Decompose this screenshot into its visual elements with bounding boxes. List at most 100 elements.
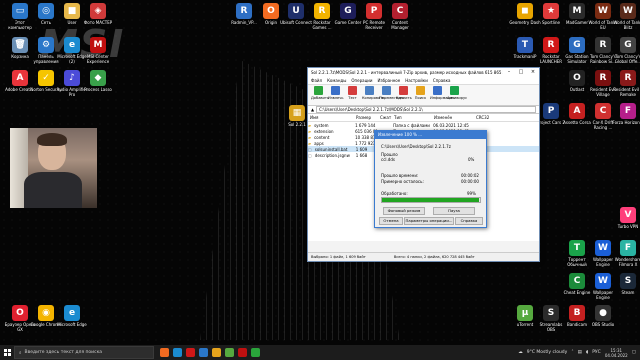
folder-icon: ▰ [308, 122, 312, 128]
desktop-icon[interactable]: C Content Manager [384, 3, 416, 30]
column-header[interactable]: Сжат [378, 115, 392, 120]
weather-text[interactable]: 9°C Mostly cloudy [527, 350, 568, 355]
desktop-icon[interactable]: W World of Tanks Blitz [612, 3, 640, 30]
network-icon[interactable]: ▤ [578, 350, 582, 355]
desktop-icon[interactable]: ◈ Фото МАСТЕР [82, 3, 114, 25]
toolbar-icon [314, 86, 323, 95]
taskbar-app-icon[interactable] [173, 348, 182, 357]
toolbar-button[interactable]: Копировать [362, 86, 385, 100]
app-icon: A [569, 103, 585, 119]
toolbar-button[interactable]: Переместить [379, 86, 404, 100]
toolbar-icon [382, 86, 391, 95]
taskbar-search[interactable]: ⌕ Введите здесь текст для поиска [14, 346, 154, 359]
toolbar-icon [348, 86, 357, 95]
toolbar-button[interactable]: Информация [430, 86, 454, 100]
tray-chevron-icon[interactable]: ˄ [571, 350, 573, 355]
toolbar-button[interactable]: Поиск [413, 86, 428, 100]
start-button[interactable] [0, 345, 14, 360]
menu-bar: Файл Команды Операции Избранное Настройки Спр… [308, 76, 539, 85]
desktop-icon-label: OBS Studio [591, 322, 615, 327]
table-cell: Папка с файлами [393, 122, 430, 128]
folder-up-icon[interactable]: ▲ [311, 107, 314, 112]
desktop-icon[interactable]: V Turbo VPN [612, 207, 640, 229]
desktop-icon[interactable]: FForza Horizon 5 [612, 103, 640, 125]
close-icon[interactable]: × [527, 68, 539, 76]
app-icon: U [288, 3, 304, 19]
window-title: Sol 2.2.1.7z\MODS\Sol 2.2.1 - интервалин… [311, 69, 503, 75]
desktop-icon-label: MSI Center Experience [86, 54, 110, 64]
pinned-apps [160, 348, 260, 357]
taskbar-app-icon[interactable] [251, 348, 260, 357]
app-icon: G [340, 3, 356, 19]
progress-bar-fill [382, 198, 480, 202]
taskbar-app-icon[interactable] [199, 348, 208, 357]
taskbar-app-icon[interactable] [225, 348, 234, 357]
window-titlebar[interactable]: Sol 2.2.1.7z\MODS\Sol 2.2.1 - интервалин… [308, 68, 539, 76]
desktop-icon[interactable]: ◆ Process Lasso [82, 70, 114, 92]
desktop-icon[interactable]: M MSI Center Experience [82, 37, 114, 64]
notifications-icon[interactable]: ▢ [632, 350, 636, 355]
status-bar: Выбрано: 1 файл, 1 609 байт Всего: 4 пап… [308, 252, 539, 261]
app-icon: C [392, 3, 408, 19]
language-indicator[interactable]: РУС [592, 350, 601, 355]
volume-icon[interactable]: ◖ [586, 350, 588, 355]
address-input[interactable]: C:\Users\User\Desktop\Sol 2.2.1.7z\MODS\… [316, 106, 536, 113]
minimize-icon[interactable]: – [503, 68, 515, 76]
operation-params-button[interactable]: Параметры операции... [404, 217, 454, 225]
menu-item[interactable]: Справка [433, 78, 451, 83]
desktop-icon[interactable]: F Wondershare Filmora X [612, 240, 640, 267]
taskbar-app-icon[interactable] [212, 348, 221, 357]
cancel-button[interactable]: Отмена [379, 217, 403, 225]
menu-item[interactable]: Настройки [405, 78, 428, 83]
taskbar-app-icon[interactable] [186, 348, 195, 357]
menu-item[interactable]: Избранное [378, 78, 401, 83]
desktop-icon-label: Wondershare Filmora X [614, 257, 640, 267]
desktop-icon[interactable]: e Microsoft Edge [56, 305, 88, 327]
help-button[interactable]: Справка [455, 217, 483, 225]
table-cell: 1 679 144 [355, 122, 376, 128]
desktop-icon[interactable]: R Resident Evil 2 Remake [612, 70, 640, 97]
status-selected: Выбрано: 1 файл, 1 609 байт [311, 255, 366, 259]
taskbar-app-icon[interactable] [160, 348, 169, 357]
desktop-icon[interactable]: S Steam [612, 273, 640, 295]
toolbar-button[interactable]: Удалить [396, 86, 412, 100]
done-label: Обработано: [381, 191, 408, 196]
app-icon: T [569, 240, 585, 256]
column-header[interactable]: Размер [354, 115, 378, 120]
menu-item[interactable]: Файл [311, 78, 322, 83]
app-icon: W [595, 273, 611, 289]
desktop-icon-label: Steam [621, 290, 635, 295]
column-header[interactable]: Имя [308, 115, 354, 120]
app-icon: T [517, 37, 533, 53]
search-icon: ⌕ [19, 350, 22, 356]
extract-progress-dialog[interactable]: Извлечение 100 % ... C:\Users\User\Deskt… [374, 130, 487, 228]
desktop-icon-label: Forza Horizon 5 [612, 120, 640, 125]
toolbar-button[interactable]: Антивирус [447, 86, 467, 100]
menu-item[interactable]: Операции [351, 78, 372, 83]
column-header[interactable]: Тип [392, 115, 432, 120]
desktop-icon[interactable]: G Tom Clancy's Global Offe... [612, 37, 640, 64]
done-percent: 99% [467, 191, 476, 196]
taskbar-app-icon[interactable] [238, 348, 247, 357]
webcam-person-hair [37, 133, 67, 146]
app-icon: ▭ [12, 3, 28, 19]
app-icon: ◉ [38, 305, 54, 321]
toolbar-button[interactable]: Тест [345, 86, 360, 100]
column-header[interactable]: Изменён [432, 115, 474, 120]
small-percent: 0% [468, 157, 475, 162]
desktop-icon[interactable]: ● OBS Studio [587, 305, 619, 327]
toolbar-icon [365, 86, 374, 95]
background-button[interactable]: Фоновый режим [383, 207, 425, 215]
column-header[interactable]: CRC32 [474, 115, 506, 120]
toolbar-button[interactable]: Добавить [311, 86, 330, 100]
menu-item[interactable]: Команды [327, 78, 346, 83]
maximize-icon[interactable]: □ [515, 68, 527, 76]
toolbar-button[interactable]: Извлечь [328, 86, 343, 100]
toolbar-label: Добавить [311, 96, 330, 100]
clock-date: 04.04.2022 [604, 352, 628, 358]
clock[interactable]: 15:31 04.04.2022 [605, 348, 628, 358]
app-icon: B [569, 305, 585, 321]
app-icon: ⚙ [38, 37, 54, 53]
pause-button[interactable]: Пауза [433, 207, 475, 215]
toolbar-label: Копировать [362, 96, 385, 100]
